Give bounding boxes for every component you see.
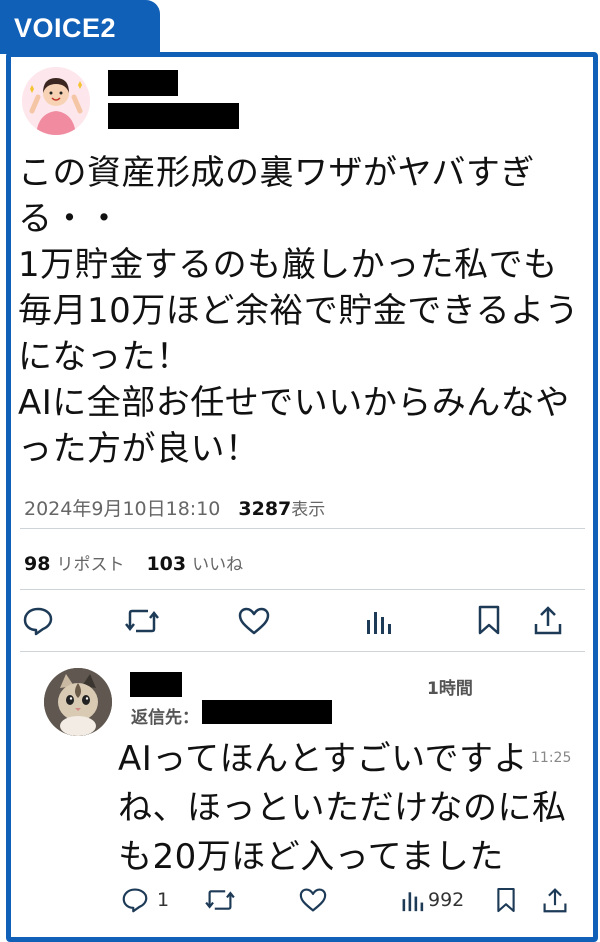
- views-count: 3287: [238, 498, 292, 520]
- divider: [20, 589, 585, 590]
- reply-bookmark-icon[interactable]: [495, 886, 517, 914]
- likes-count[interactable]: 103: [146, 553, 186, 575]
- cat-photo-icon: [44, 668, 112, 736]
- likes-label: いいね: [192, 555, 244, 575]
- repost-icon[interactable]: [124, 606, 160, 636]
- post-meta: 2024年9月10日18:10 3287表示: [24, 494, 325, 521]
- redacted-reply-name: [130, 672, 182, 697]
- bookmark-icon[interactable]: [476, 604, 502, 636]
- redacted-display-name: [108, 70, 178, 96]
- redacted-handle: [108, 103, 239, 129]
- post-timestamp[interactable]: 2024年9月10日18:10: [24, 498, 220, 520]
- reply-reply-icon[interactable]: [121, 887, 149, 913]
- reply-reply-count: 1: [157, 889, 170, 911]
- reposts-count[interactable]: 98: [24, 553, 50, 575]
- reply-share-icon[interactable]: [542, 886, 568, 914]
- reply-avatar[interactable]: [44, 668, 112, 736]
- redacted-reply-to-handle: [202, 700, 332, 724]
- woman-illustration-icon: [22, 67, 90, 135]
- reply-icon[interactable]: [22, 606, 54, 636]
- like-icon[interactable]: [238, 606, 270, 636]
- reply-to-label: 返信先：: [131, 708, 199, 728]
- reposts-label: リポスト: [56, 555, 125, 575]
- reply-views-count: 992: [428, 889, 465, 911]
- reply-repost-icon[interactable]: [204, 887, 236, 913]
- share-icon[interactable]: [533, 604, 563, 636]
- voice-badge: VOICE2: [0, 0, 160, 54]
- post-text: この資産形成の裏ワザがヤバすぎる・・ 1万貯金するのも厳しかった私でも毎月10万…: [18, 153, 580, 469]
- user-avatar[interactable]: [22, 67, 90, 135]
- reply-time[interactable]: 1時間: [427, 674, 473, 699]
- post-stats: 98 リポスト 103 いいね: [24, 550, 265, 575]
- divider: [20, 651, 585, 652]
- views-label: 表示: [291, 500, 326, 520]
- analytics-icon[interactable]: [364, 606, 392, 636]
- divider: [20, 528, 585, 529]
- reply-text: AIってほんとすごいですよね、ほっといただけなのに私も20万ほど入ってました: [118, 739, 567, 877]
- reply-stamp: 11:25: [531, 750, 572, 766]
- reply-analytics-icon[interactable]: [400, 887, 424, 913]
- reply-like-icon[interactable]: [299, 887, 327, 913]
